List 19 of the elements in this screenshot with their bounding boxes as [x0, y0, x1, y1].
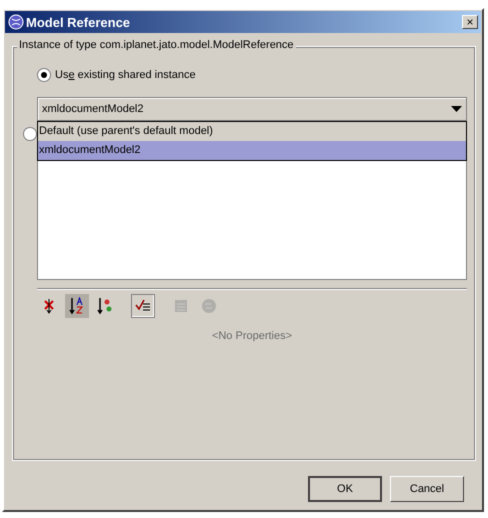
empty-message: <No Properties> [210, 330, 294, 342]
sort-by-type-icon [97, 297, 113, 315]
group-title: Instance of type com.iplanet.jato.model.ModelReference [17, 39, 296, 51]
radio-label[interactable]: Use existing shared instance [55, 69, 196, 81]
caret-icon [451, 106, 462, 112]
model-dropdown[interactable]: xmldocumentModel2 [37, 97, 467, 121]
radio-button[interactable] [37, 68, 51, 82]
checklist-icon [135, 299, 151, 313]
ok-button[interactable]: OK [308, 476, 382, 502]
sort-by-name-icon [69, 297, 85, 315]
unsorted-icon [42, 298, 56, 314]
window-title: Model Reference [26, 14, 132, 30]
dropdown-option[interactable]: xmldocumentModel2 [38, 141, 466, 160]
radio-button[interactable] [23, 127, 37, 141]
sheet-icon [174, 299, 188, 313]
toolbar-button[interactable] [131, 294, 155, 318]
cancel-button[interactable]: Cancel [390, 476, 464, 502]
close-button[interactable]: × [462, 15, 478, 29]
toolbar-button[interactable] [65, 294, 89, 318]
